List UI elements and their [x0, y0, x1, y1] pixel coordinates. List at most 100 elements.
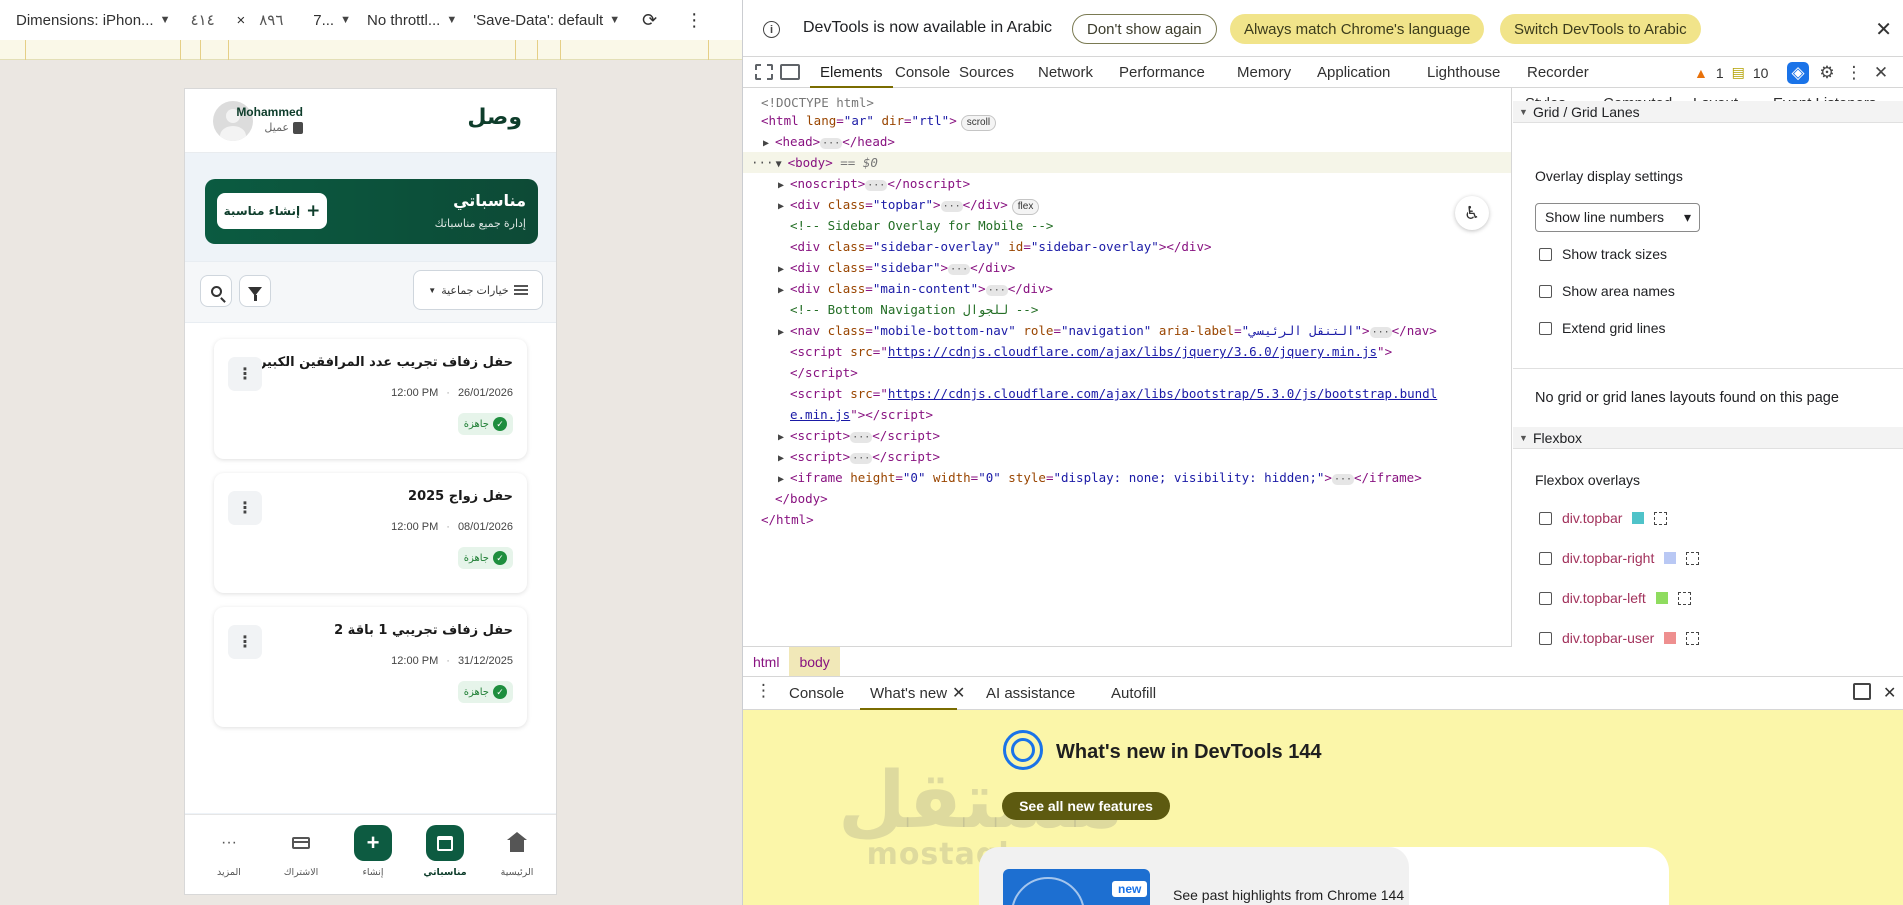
tab-application[interactable]: Application: [1317, 57, 1390, 88]
app-logo[interactable]: وصل: [467, 105, 522, 130]
throttle-selector[interactable]: No throttl... ▼: [367, 12, 457, 29]
chevron-down-icon: ▼: [428, 285, 437, 295]
flex-overlay-topbar-right[interactable]: div.topbar-right: [1539, 548, 1700, 568]
nav-create[interactable]: + إنشاء: [343, 825, 403, 891]
show-area-names-checkbox[interactable]: Show area names: [1539, 281, 1675, 301]
dont-show-again-button[interactable]: Don't show again: [1072, 14, 1217, 44]
more-vertical-icon[interactable]: ⋮: [228, 625, 262, 659]
gear-icon[interactable]: ⚙: [1816, 62, 1838, 84]
check-circle-icon: ✓: [493, 551, 507, 565]
filter-button[interactable]: [239, 275, 271, 307]
tab-recorder[interactable]: Recorder: [1527, 57, 1589, 88]
flexbox-section-header[interactable]: Flexbox: [1513, 427, 1903, 449]
dom-body[interactable]: ··· ▼ <body> == $0: [743, 152, 1511, 173]
breadcrumb-html[interactable]: html: [743, 647, 789, 677]
element-picker-icon[interactable]: [1654, 511, 1668, 525]
dom-comment-nav[interactable]: <!-- Bottom Navigation للجوال -->: [743, 299, 1511, 320]
rotate-icon[interactable]: ⟳: [642, 10, 657, 31]
dom-comment-sidebar[interactable]: <!-- Sidebar Overlay for Mobile -->: [743, 215, 1511, 236]
event-card[interactable]: حفل زفاف تجريب عدد المرافقين الكبير 12:0…: [214, 339, 527, 459]
tab-memory[interactable]: Memory: [1237, 57, 1291, 88]
ai-icon[interactable]: ◈: [1787, 62, 1809, 84]
more-options-icon[interactable]: ⋮: [1843, 62, 1865, 84]
dom-noscript[interactable]: ▶ <noscript> ··· </noscript>: [743, 173, 1511, 194]
dom-sidebar-overlay[interactable]: <div class="sidebar-overlay" id="sidebar…: [743, 236, 1511, 257]
tab-elements[interactable]: Elements: [810, 57, 892, 88]
close-icon[interactable]: ✕: [952, 683, 965, 703]
switch-language-button[interactable]: Switch DevTools to Arabic: [1500, 14, 1701, 44]
device-selector[interactable]: Dimensions: iPhon... ▼: [16, 12, 170, 29]
zoom-selector[interactable]: 7... ▼: [313, 12, 351, 29]
drawer-tab-autofill[interactable]: Autofill: [1111, 677, 1156, 710]
drawer-tab-console[interactable]: Console: [789, 677, 844, 710]
more-vertical-icon[interactable]: ⋮: [228, 491, 262, 525]
element-picker-icon[interactable]: [1686, 551, 1700, 565]
dom-nav[interactable]: ▶ <nav class="mobile-bottom-nav" role="na…: [743, 320, 1511, 341]
dom-head[interactable]: ▶ <head> ··· </head>: [743, 131, 1511, 152]
create-event-button[interactable]: + إنشاء مناسبة: [217, 193, 327, 229]
grid-section-header[interactable]: Grid / Grid Lanes: [1513, 101, 1903, 123]
flex-badge[interactable]: flex: [1011, 199, 1040, 215]
close-icon[interactable]: ✕: [1883, 683, 1896, 703]
nav-my-events[interactable]: مناسباتي: [415, 825, 475, 891]
dom-script[interactable]: ▶ <script> ··· </script>: [743, 425, 1511, 446]
scroll-badge[interactable]: scroll: [960, 115, 997, 131]
dock-side-icon[interactable]: [1853, 683, 1871, 700]
media-query-ruler[interactable]: [0, 40, 742, 60]
tab-network[interactable]: Network: [1038, 57, 1093, 88]
event-card[interactable]: حفل زفاف تجريبي 1 باقة 2 12:00 PM · 31/1…: [214, 607, 527, 727]
dom-script-bootstrap-cont[interactable]: e.min.js"></script>: [743, 404, 1511, 425]
bulk-actions-button[interactable]: خيارات جماعية ▼: [413, 270, 543, 310]
new-badge: new: [1112, 881, 1148, 897]
show-track-sizes-checkbox[interactable]: Show track sizes: [1539, 244, 1667, 264]
user-menu[interactable]: Mohammed عميل: [213, 101, 333, 141]
extend-grid-lines-checkbox[interactable]: Extend grid lines: [1539, 318, 1666, 338]
see-all-features-button[interactable]: See all new features: [1002, 792, 1170, 820]
dom-script-bootstrap[interactable]: <script src="https://cdnjs.cloudflare.co…: [743, 383, 1511, 404]
tab-performance[interactable]: Performance: [1119, 57, 1205, 88]
search-button[interactable]: [200, 275, 232, 307]
save-data-selector[interactable]: 'Save-Data': default ▼: [473, 12, 620, 29]
accessibility-icon[interactable]: ♿: [1455, 196, 1489, 230]
drawer-tab-ai-assistance[interactable]: AI assistance: [986, 677, 1075, 710]
close-icon[interactable]: ✕: [1875, 17, 1892, 42]
nav-more[interactable]: ··· المزيد: [199, 825, 259, 891]
drawer-menu-icon[interactable]: ⋮: [755, 681, 772, 701]
dom-script[interactable]: ▶ <script> ··· </script>: [743, 446, 1511, 467]
tab-console[interactable]: Console: [895, 57, 950, 88]
color-swatch[interactable]: [1664, 632, 1677, 644]
event-card[interactable]: حفل زواج 2025 12:00 PM · 08/01/2026 ✓ جا…: [214, 473, 527, 593]
status-badge: ✓ جاهزة: [457, 681, 513, 703]
nav-subscription[interactable]: الاشتراك: [271, 825, 331, 891]
breadcrumb-body[interactable]: body: [789, 646, 840, 677]
dom-script-jquery[interactable]: <script src="https://cdnjs.cloudflare.co…: [743, 341, 1511, 362]
more-options-icon[interactable]: ⋮: [685, 10, 703, 31]
issues-counter[interactable]: ▲ 1 ▤ 10: [1694, 64, 1768, 81]
flex-overlay-topbar-user[interactable]: div.topbar-user: [1539, 628, 1700, 648]
inspect-element-icon[interactable]: [755, 64, 773, 80]
color-swatch[interactable]: [1632, 512, 1645, 524]
tab-lighthouse[interactable]: Lighthouse: [1427, 57, 1500, 88]
color-swatch[interactable]: [1655, 592, 1668, 604]
color-swatch[interactable]: [1664, 552, 1677, 564]
tab-sources[interactable]: Sources: [959, 57, 1014, 88]
match-language-button[interactable]: Always match Chrome's language: [1230, 14, 1485, 44]
dom-html[interactable]: <html lang="ar" dir="rtl"> scroll: [743, 110, 1511, 131]
close-icon[interactable]: ✕: [1870, 62, 1892, 84]
more-vertical-icon[interactable]: ⋮: [228, 357, 262, 391]
highlights-card[interactable]: new See past highlights from Chrome 144: [979, 847, 1669, 905]
dom-sidebar[interactable]: ▶ <div class="sidebar"> ··· </div>: [743, 257, 1511, 278]
device-toggle-icon[interactable]: [780, 64, 800, 80]
dom-iframe[interactable]: ▶ <iframe height="0" width="0" style="dis…: [743, 467, 1511, 488]
flex-overlay-topbar[interactable]: div.topbar: [1539, 508, 1668, 528]
dom-topbar[interactable]: ▶ <div class="topbar"> ··· </div> flex: [743, 194, 1511, 215]
element-picker-icon[interactable]: [1686, 631, 1700, 645]
drawer-tab-whats-new[interactable]: What's new: [859, 677, 958, 710]
width-input[interactable]: ٤١٤: [190, 11, 228, 29]
nav-home[interactable]: الرئيسية: [487, 825, 547, 891]
dom-main-content[interactable]: ▶ <div class="main-content"> ··· </div>: [743, 278, 1511, 299]
element-picker-icon[interactable]: [1677, 591, 1691, 605]
flex-overlay-topbar-left[interactable]: div.topbar-left: [1539, 588, 1691, 608]
height-input[interactable]: ٨٩٦: [259, 11, 297, 29]
line-numbers-select[interactable]: Show line numbers: [1535, 203, 1700, 232]
